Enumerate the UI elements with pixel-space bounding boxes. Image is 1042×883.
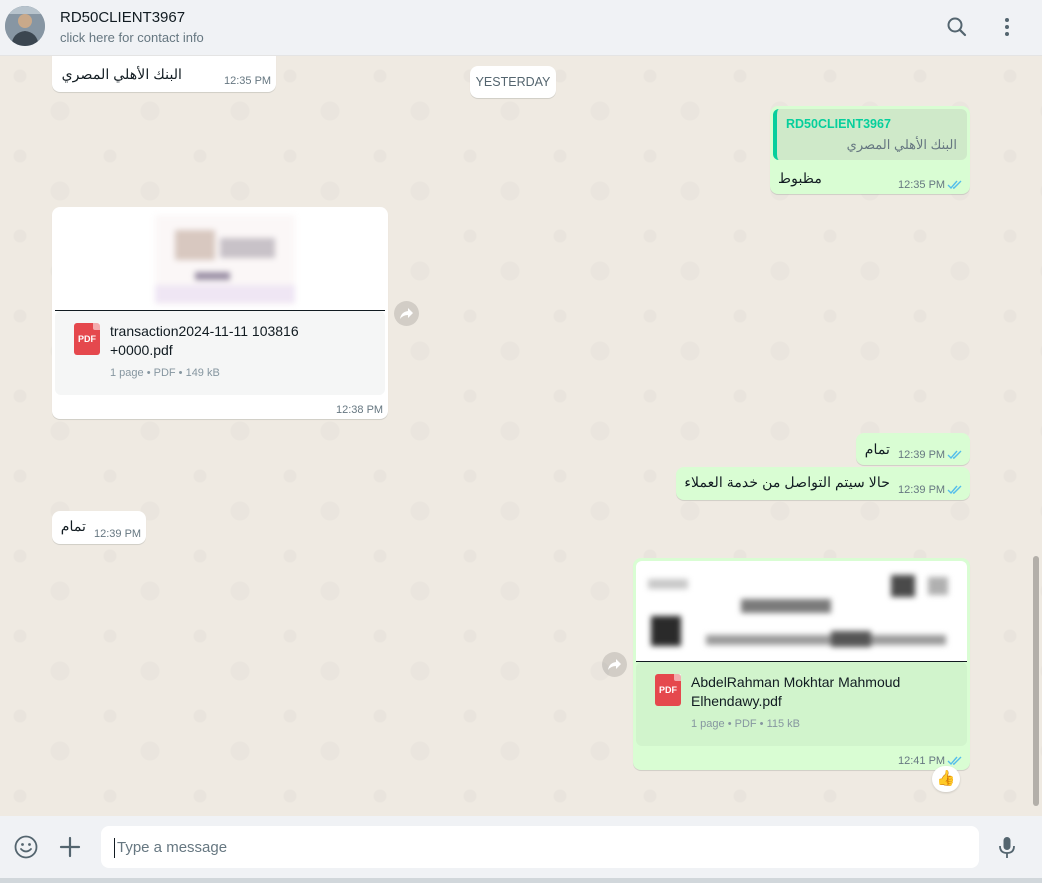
message-time: 12:41 PM xyxy=(898,755,946,767)
read-ticks-icon xyxy=(947,180,962,190)
message-bubble[interactable]: تمام 12:39 PM xyxy=(52,511,146,544)
message-input[interactable] xyxy=(101,826,979,868)
message-time: 12:39 PM xyxy=(898,484,946,496)
message-composer[interactable] xyxy=(0,816,1042,878)
message-time: 12:35 PM xyxy=(224,75,272,87)
document-name-line1: AbdelRahman Mokhtar Mahmoud xyxy=(691,674,901,690)
document-preview[interactable] xyxy=(636,561,967,661)
message-time: 12:38 PM xyxy=(336,404,384,416)
message-text: تمام xyxy=(60,519,86,535)
microphone-icon[interactable] xyxy=(994,834,1020,860)
document-name-line2: +0000.pdf xyxy=(110,342,173,358)
message-time: 12:39 PM xyxy=(94,528,142,540)
contact-name[interactable]: RD50CLIENT3967 xyxy=(60,9,185,26)
document-meta: 1 page • PDF • 115 kB xyxy=(691,718,801,730)
contact-info-link[interactable]: click here for contact info xyxy=(60,30,204,45)
chat-header[interactable]: RD50CLIENT3967 click here for contact in… xyxy=(0,0,1042,56)
message-bubble[interactable]: RD50CLIENT3967 البنك الأهلي المصري مظبوط… xyxy=(770,106,970,194)
document-meta: 1 page • PDF • 149 kB xyxy=(110,367,220,379)
document-message[interactable]: PDF AbdelRahman Mokhtar Mahmoud Elhendaw… xyxy=(633,558,970,770)
read-ticks-icon xyxy=(947,485,962,495)
text-caret xyxy=(114,838,115,858)
message-bubble[interactable]: تمام 12:39 PM xyxy=(856,433,970,465)
pdf-file-icon: PDF xyxy=(74,323,100,355)
menu-dots-icon[interactable] xyxy=(994,14,1020,40)
forward-icon[interactable] xyxy=(602,652,627,677)
forward-icon[interactable] xyxy=(394,301,419,326)
document-message[interactable]: PDF transaction2024-11-11 103816 +0000.p… xyxy=(52,207,388,419)
message-bubble[interactable]: البنك الأهلي المصري 12:35 PM xyxy=(52,56,276,92)
message-text: تمام xyxy=(864,442,890,458)
document-name-line1: transaction2024-11-11 103816 xyxy=(110,323,299,339)
emoji-icon[interactable] xyxy=(13,834,39,860)
quoted-message[interactable]: RD50CLIENT3967 البنك الأهلي المصري xyxy=(773,109,967,160)
message-time: 12:35 PM xyxy=(898,179,946,191)
search-icon[interactable] xyxy=(944,14,970,40)
message-bubble[interactable]: حالا سيتم التواصل من خدمة العملاء 12:39 … xyxy=(676,467,970,500)
avatar[interactable] xyxy=(5,6,45,46)
pdf-file-icon: PDF xyxy=(655,674,681,706)
date-divider: YESTERDAY xyxy=(470,66,556,98)
message-time: 12:39 PM xyxy=(898,449,946,461)
chat-panel[interactable]: البنك الأهلي المصري 12:35 PM YESTERDAY R… xyxy=(0,56,1042,816)
reaction-badge[interactable]: 👍 xyxy=(932,766,960,792)
scrollbar[interactable] xyxy=(1033,556,1039,806)
document-preview[interactable] xyxy=(55,210,385,310)
plus-icon[interactable] xyxy=(57,834,83,860)
message-text: البنك الأهلي المصري xyxy=(61,67,182,83)
document-card[interactable]: PDF AbdelRahman Mokhtar Mahmoud Elhendaw… xyxy=(636,662,967,746)
message-text: حالا سيتم التواصل من خدمة العملاء xyxy=(684,475,890,491)
message-text: مظبوط xyxy=(778,171,822,187)
document-name-line2: Elhendawy.pdf xyxy=(691,693,782,709)
read-ticks-icon xyxy=(947,450,962,460)
window-bottom-edge xyxy=(0,878,1042,883)
quoted-sender: RD50CLIENT3967 xyxy=(786,117,891,131)
read-ticks-icon xyxy=(947,756,962,766)
document-card[interactable]: PDF transaction2024-11-11 103816 +0000.p… xyxy=(55,311,385,395)
quoted-text: البنك الأهلي المصري xyxy=(846,137,957,152)
